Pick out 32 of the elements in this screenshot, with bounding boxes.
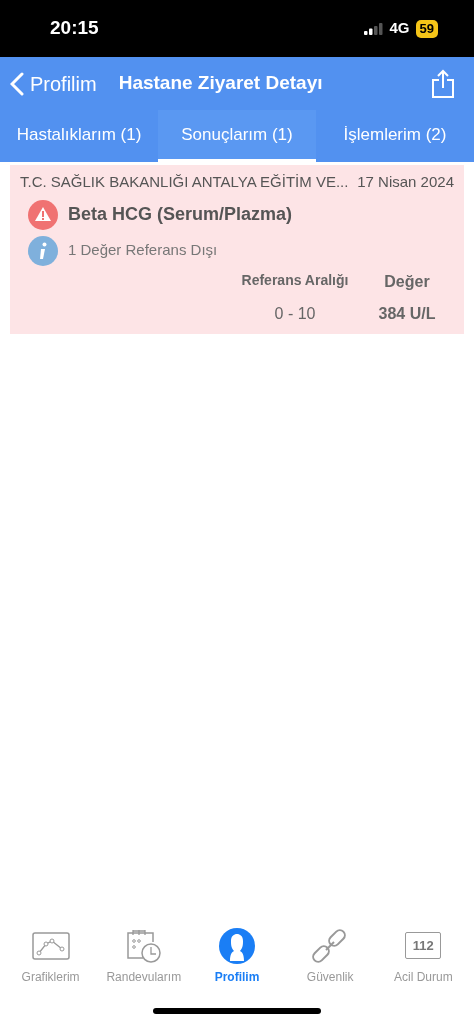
network-label: 4G <box>389 18 410 39</box>
result-card[interactable]: T.C. SAĞLIK BAKANLIĞI ANTALYA EĞİTİM VE... 17 Nisan 2024 Beta HCG (Serum/Plazma) 1 Değer Referans Dışı Referans Aralığı Değer 0 - 10 384 U/L <box>10 165 464 334</box>
signal-icon <box>363 22 384 35</box>
tab[interactable]: Hastalıklarım (1) <box>0 110 158 162</box>
tab[interactable]: İşlemlerim (2) <box>316 110 474 162</box>
warning-icon <box>28 199 58 230</box>
back-button[interactable]: Profilim <box>10 68 97 99</box>
tab-bar-item[interactable]: 112 Acil Durum <box>377 928 470 986</box>
profile-icon <box>218 928 255 964</box>
result-value: 384 U/L <box>377 303 437 324</box>
column-header: Değer <box>383 271 431 292</box>
info-icon <box>28 235 58 266</box>
share-icon[interactable] <box>430 68 456 99</box>
reference-note: 1 Değer Referans Dışı <box>68 240 218 261</box>
calendar-clock-icon <box>124 928 163 964</box>
tab-bar-item[interactable]: Randevularım <box>97 928 190 986</box>
battery-indicator: 59 <box>415 19 438 38</box>
chart-icon <box>31 932 70 960</box>
reference-range: 0 - 10 <box>273 303 317 324</box>
tab-bar-item[interactable]: Güvenlik <box>284 928 377 986</box>
emergency-number-icon: 112 <box>405 932 442 959</box>
status-time: 20:15 <box>50 16 99 41</box>
page-title: Hastane Ziyaret Detayı <box>118 71 323 96</box>
link-icon <box>312 928 349 964</box>
tab[interactable]: Sonuçlarım (1) <box>158 110 316 162</box>
column-header: Referans Aralığı <box>240 270 350 290</box>
result-date: 17 Nisan 2024 <box>357 172 454 192</box>
test-name: Beta HCG (Serum/Plazma) <box>68 203 293 226</box>
tab-bar-item[interactable]: Profilim <box>190 928 283 986</box>
hospital-name: T.C. SAĞLIK BAKANLIĞI ANTALYA EĞİTİM VE... <box>20 172 349 192</box>
tab-bar-item[interactable]: Grafiklerim <box>4 928 97 986</box>
back-icon <box>10 71 24 96</box>
